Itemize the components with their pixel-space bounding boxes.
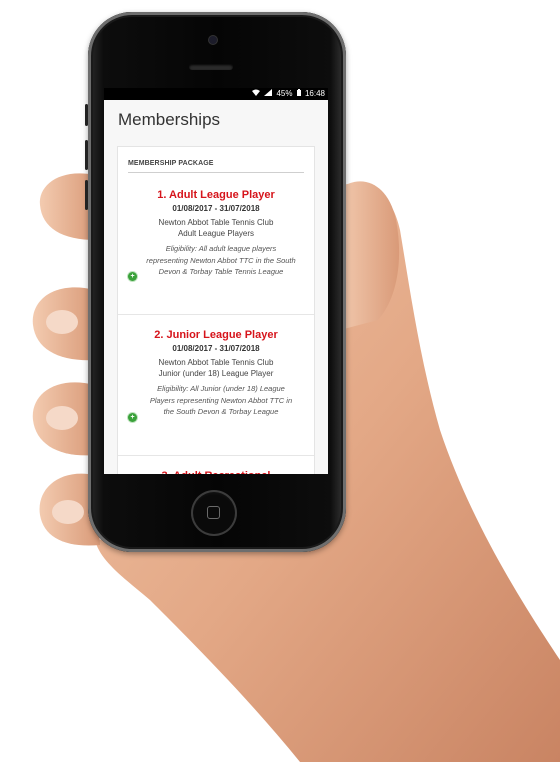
home-square-icon [207, 506, 220, 519]
app-content: Memberships MEMBERSHIP PACKAGE 1. Adult … [104, 100, 328, 474]
front-camera [209, 36, 217, 44]
package-dates: 01/08/2017 - 31/07/2018 [172, 344, 260, 353]
volume-down-button [85, 180, 88, 210]
plus-circle-icon[interactable]: + [128, 413, 137, 422]
package-category: Junior (under 18) League Player [158, 369, 274, 378]
phone-screen: 45% 16:48 Memberships MEMBERSHIP PACKAGE… [104, 88, 328, 474]
package-title[interactable]: 3. Adult Recreational [118, 456, 314, 474]
panel-header: MEMBERSHIP PACKAGE [128, 160, 304, 173]
package-club: Newton Abbot Table Tennis Club [158, 218, 274, 227]
package-dates: 01/08/2017 - 31/07/2018 [172, 204, 260, 213]
plus-circle-icon[interactable]: + [128, 272, 137, 281]
package-title[interactable]: 2. Junior League Player [118, 315, 314, 341]
home-button[interactable] [191, 490, 237, 536]
package-category: Adult League Players [177, 229, 255, 238]
volume-up-button [85, 140, 88, 170]
membership-package[interactable]: 1. Adult League Player 01/08/2017 - 31/0… [118, 173, 314, 315]
package-title[interactable]: 1. Adult League Player [118, 173, 314, 201]
earpiece-speaker [189, 64, 233, 70]
membership-package[interactable]: 3. Adult Recreational [118, 456, 314, 474]
status-bar: 45% 16:48 [104, 88, 328, 100]
wifi-icon [252, 89, 262, 98]
battery-icon [295, 89, 303, 98]
package-club: Newton Abbot Table Tennis Club [158, 358, 274, 367]
package-eligibility: Eligibility: All Junior (under 18) Leagu… [149, 384, 293, 416]
page-title: Memberships [118, 110, 221, 129]
status-time: 16:48 [304, 89, 325, 98]
battery-percent: 45% [276, 89, 293, 98]
membership-panel: MEMBERSHIP PACKAGE 1. Adult League Playe… [117, 146, 315, 474]
package-eligibility: Eligibility: All adult league players re… [146, 244, 296, 276]
mute-switch [85, 104, 88, 126]
membership-package[interactable]: 2. Junior League Player 01/08/2017 - 31/… [118, 315, 314, 456]
signal-icon [264, 89, 274, 98]
